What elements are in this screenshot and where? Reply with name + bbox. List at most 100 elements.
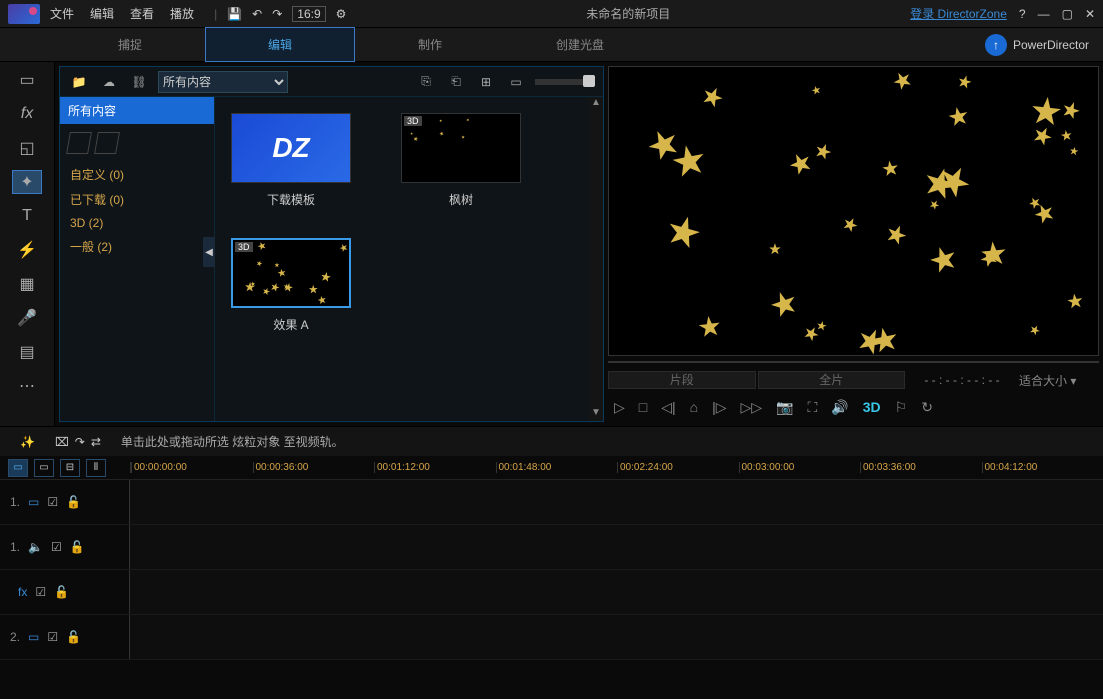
snapshot-icon[interactable]: 📷 [776,399,793,416]
quality-icon[interactable]: ⚐ [895,399,908,416]
subtitle-room-icon[interactable]: ⋯ [12,374,42,398]
track-lock-toggle[interactable]: 🔓 [66,495,81,509]
menu-file[interactable]: 文件 [50,5,74,22]
fast-forward-icon[interactable]: ▷▷ [741,399,763,416]
timeline-view-1[interactable]: ▭ [8,459,28,477]
preview-fit-select[interactable]: 适合大小 ▾ [1019,372,1099,389]
loop-icon[interactable]: ↻ [921,399,933,416]
tab-produce[interactable]: 制作 [355,28,505,61]
track-visible-toggle[interactable]: ☑ [47,630,58,644]
timeline-view-2[interactable]: ▭ [34,459,54,477]
track-row-0: 1.▭☑🔓 [0,480,1103,525]
save-icon[interactable]: 💾 [227,7,242,21]
track-lane[interactable] [130,570,1103,614]
thumb-1[interactable]: 3D枫树 [401,113,521,208]
sidebar-header[interactable]: 所有内容 [60,97,214,124]
track-type-icon[interactable]: ▭ [28,495,39,509]
magic-tool-icon[interactable]: ✨ [20,435,35,449]
track-head: 1.🔈☑🔓 [0,525,130,569]
track-visible-toggle[interactable]: ☑ [35,585,46,599]
close-icon[interactable]: ✕ [1085,7,1095,21]
curve-icon[interactable]: ↷ [75,435,85,449]
stop-icon[interactable]: □ [639,399,647,415]
home-icon[interactable]: ⌂ [690,399,698,415]
grid-scrollbar[interactable]: ▲ ▼ [589,97,603,421]
menu-edit[interactable]: 编辑 [90,5,114,22]
redo-icon[interactable]: ↷ [272,7,282,21]
track-lane[interactable] [130,525,1103,569]
link-icon[interactable]: ⛓ [128,72,150,92]
timeline-ruler[interactable]: 00:00:00:0000:00:36:0000:01:12:0000:01:4… [130,462,1103,473]
detail-view-icon[interactable]: ▭ [505,72,527,92]
brand-icon: ↑ [985,34,1007,56]
sync-icon[interactable]: ⇄ [91,435,101,449]
media-room-icon[interactable]: ▭ [12,68,42,92]
category-1[interactable]: 已下载 (0) [70,191,204,208]
tag-add-icon[interactable] [66,132,92,154]
export-icon[interactable]: ⎗ [445,72,467,92]
undo-icon[interactable]: ↶ [252,7,262,21]
scroll-down-icon[interactable]: ▼ [591,407,601,421]
particle-room-icon[interactable]: ✦ [12,170,42,194]
track-visible-toggle[interactable]: ☑ [51,540,62,554]
star-icon [308,284,319,295]
import-icon[interactable]: 📁 [68,72,90,92]
track-lock-toggle[interactable]: 🔓 [54,585,69,599]
star-icon [924,240,962,278]
tab-disc[interactable]: 创建光盘 [505,28,655,61]
track-type-icon[interactable]: ▭ [28,630,39,644]
preview-mode-clip[interactable]: 片段 [608,371,756,389]
minimize-icon[interactable]: — [1038,7,1050,21]
titlebar-tools: | 💾 ↶ ↷ 16:9 ⚙ [214,6,346,22]
preview-seekbar[interactable] [608,361,1099,363]
title-room-icon[interactable]: T [12,204,42,228]
filter-select[interactable]: 所有内容 [158,71,288,93]
voice-room-icon[interactable]: 🎤 [12,306,42,330]
tab-capture[interactable]: 捕捉 [55,28,205,61]
pip-room-icon[interactable]: ◱ [12,136,42,160]
timeline-marker-icon[interactable]: ⊟ [60,459,80,477]
chapter-room-icon[interactable]: ▤ [12,340,42,364]
track-type-icon[interactable]: 🔈 [28,540,43,554]
3d-toggle[interactable]: 3D [863,399,881,415]
track-lock-toggle[interactable]: 🔓 [66,630,81,644]
settings-icon[interactable]: ⚙ [336,7,347,21]
fit-timeline-icon[interactable]: ⌧ [55,435,69,449]
volume-icon[interactable]: 🔊 [831,399,848,416]
menu-view[interactable]: 查看 [130,5,154,22]
new-folder-icon[interactable]: ⎘ [415,72,437,92]
track-visible-toggle[interactable]: ☑ [47,495,58,509]
preview-mode-movie[interactable]: 全片 [758,371,906,389]
audio-room-icon[interactable]: ▦ [12,272,42,296]
thumb-zoom-slider[interactable] [535,79,595,85]
collapse-sidebar-icon[interactable]: ◀ [203,237,215,267]
undock-icon[interactable]: ⛶ [808,399,818,416]
timeline-snap-icon[interactable]: ⦀ [86,459,106,477]
category-0[interactable]: 自定义 (0) [70,166,204,183]
track-lane[interactable] [130,480,1103,524]
cloud-icon[interactable]: ☁ [98,72,120,92]
star-icon [274,261,280,267]
login-link[interactable]: 登录 DirectorZone [910,5,1007,22]
track-lock-toggle[interactable]: 🔓 [70,540,85,554]
category-2[interactable]: 3D (2) [70,216,204,230]
tag-icon[interactable] [94,132,120,154]
scroll-up-icon[interactable]: ▲ [591,97,601,111]
aspect-ratio[interactable]: 16:9 [292,6,325,22]
category-3[interactable]: 一般 (2) [70,238,204,255]
fx-room-icon[interactable]: fx [12,102,42,126]
thumb-2[interactable]: 3D效果 A [231,238,351,333]
next-frame-icon[interactable]: |▷ [712,399,726,416]
maximize-icon[interactable]: ▢ [1062,7,1073,21]
preview-viewport[interactable] [608,66,1099,356]
track-lane[interactable] [130,615,1103,659]
play-icon[interactable]: ▷ [614,399,625,416]
transition-room-icon[interactable]: ⚡ [12,238,42,262]
help-icon[interactable]: ? [1019,7,1026,21]
track-type-icon[interactable]: fx [18,585,27,599]
grid-view-icon[interactable]: ⊞ [475,72,497,92]
thumb-0[interactable]: DZ下载模板 [231,113,351,208]
menu-play[interactable]: 播放 [170,5,194,22]
tab-edit[interactable]: 编辑 [205,27,355,62]
prev-frame-icon[interactable]: ◁| [661,399,675,416]
